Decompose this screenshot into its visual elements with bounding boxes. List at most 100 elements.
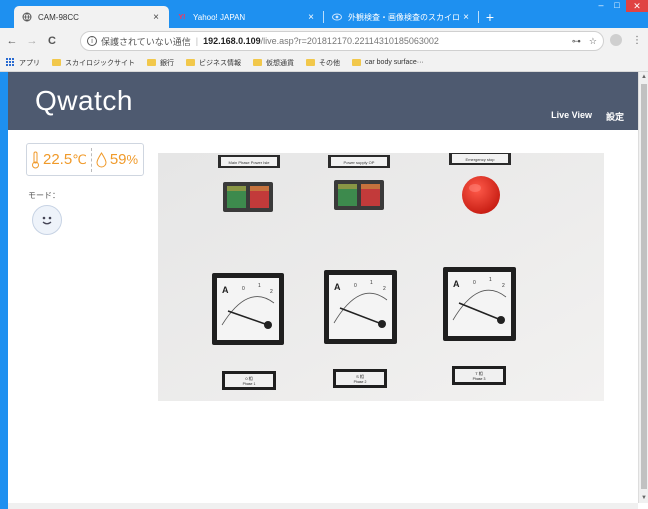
- url-host: 192.168.0.109: [203, 36, 261, 46]
- sensor-card: 22.5 ℃ 59%: [26, 143, 144, 176]
- maximize-button[interactable]: □: [610, 0, 624, 10]
- close-icon[interactable]: ×: [461, 12, 471, 23]
- svg-text:1: 1: [258, 283, 261, 289]
- bookmark-label: その他: [319, 59, 340, 67]
- ammeter: A 0 1 2: [443, 267, 516, 341]
- indicator-lamps: [334, 180, 384, 210]
- back-button[interactable]: ←: [4, 33, 20, 49]
- svg-text:2: 2: [270, 289, 273, 295]
- bookmark-other[interactable]: その他: [306, 58, 340, 68]
- water-drop-icon: [96, 151, 107, 167]
- humidity-value: 59: [109, 151, 127, 168]
- site-icon: [332, 12, 342, 22]
- globe-icon: [22, 12, 32, 22]
- tab-title: CAM-98CC: [38, 12, 79, 22]
- menu-icon[interactable]: ⋮: [632, 35, 642, 46]
- address-bar[interactable]: i 保護されていない通信 | 192.168.0.109 /live.asp?r…: [80, 31, 604, 51]
- svg-text:Emergency stop: Emergency stop: [466, 157, 496, 162]
- svg-text:Main Phase Power Isle: Main Phase Power Isle: [229, 160, 271, 165]
- nav-settings[interactable]: 設定: [606, 110, 624, 123]
- svg-text:2: 2: [383, 286, 386, 292]
- yahoo-icon: Y!: [178, 13, 186, 21]
- tab-yahoo[interactable]: Y! Yahoo! JAPAN ×: [169, 6, 324, 28]
- key-icon[interactable]: ⊶: [572, 36, 581, 47]
- svg-text:Phase 3: Phase 3: [473, 377, 486, 381]
- bookmark-skylogic[interactable]: スカイロジックサイト: [52, 58, 135, 68]
- svg-text:A: A: [222, 285, 229, 295]
- panel-label-plate: Power supply OP: [328, 155, 390, 168]
- indicator-lamps: [223, 182, 273, 212]
- camera-live-view[interactable]: Main Phase Power Isle Power supply OP Em…: [158, 153, 604, 401]
- horizontal-scrollbar[interactable]: [8, 503, 638, 509]
- bookmark-crypto[interactable]: 仮想通貨: [253, 58, 294, 68]
- svg-text:Power supply OP: Power supply OP: [344, 160, 375, 165]
- humidity-unit: %: [126, 152, 139, 167]
- bookmarks-bar: アプリ スカイロジックサイト 銀行 ビジネス情報 仮想通貨 その他 car bo…: [0, 54, 648, 72]
- ammeter: A 0 1 2: [324, 270, 397, 344]
- apps-icon: [6, 58, 15, 67]
- folder-icon: [306, 59, 315, 66]
- security-status: 保護されていない通信: [101, 36, 191, 47]
- window-frame-left: [0, 72, 8, 509]
- browser-window: CAM-98CC × Y! Yahoo! JAPAN × 外観検査・画像検査のス…: [0, 0, 648, 509]
- folder-icon: [147, 59, 156, 66]
- svg-text:Phase 2: Phase 2: [354, 380, 367, 384]
- svg-text:2: 2: [502, 283, 505, 289]
- svg-text:T 相: T 相: [475, 370, 482, 376]
- svg-text:0: 0: [242, 286, 245, 292]
- close-icon[interactable]: ×: [306, 12, 316, 23]
- bookmark-label: アプリ: [19, 59, 40, 67]
- svg-text:0 相: 0 相: [245, 375, 252, 381]
- app-header: Qwatch Live View 設定: [8, 72, 638, 130]
- profile-icon[interactable]: [610, 34, 622, 46]
- bookmark-label: スカイロジックサイト: [65, 59, 135, 67]
- panel-label-plate: Main Phase Power Isle: [218, 155, 280, 168]
- mode-label: モード：: [28, 191, 60, 200]
- mode-smiley-icon[interactable]: [32, 205, 62, 235]
- svg-text:A: A: [453, 279, 460, 289]
- new-tab-button[interactable]: +: [481, 6, 499, 28]
- window-close-button[interactable]: ✕: [626, 0, 648, 12]
- page-content: Qwatch Live View 設定 22.5 ℃ 59% モード： Main…: [8, 72, 638, 503]
- tab-title: 外観検査・画像検査のスカイロジック: [348, 12, 461, 22]
- vertical-scrollbar[interactable]: ▲ ▼: [638, 72, 648, 503]
- minimize-button[interactable]: –: [594, 0, 608, 10]
- ammeter: A 0 1 2: [212, 273, 284, 345]
- bookmark-apps[interactable]: アプリ: [6, 58, 40, 68]
- scroll-up-arrow-icon[interactable]: ▲: [639, 72, 648, 82]
- svg-text:0: 0: [473, 280, 476, 286]
- bookmark-car-body[interactable]: car body surface···: [352, 59, 424, 66]
- svg-text:Phase 1: Phase 1: [243, 382, 256, 386]
- scroll-down-arrow-icon[interactable]: ▼: [639, 493, 648, 503]
- reload-button[interactable]: C: [44, 33, 60, 49]
- info-icon[interactable]: i: [87, 36, 97, 46]
- star-icon[interactable]: ☆: [589, 36, 597, 47]
- forward-button[interactable]: →: [24, 33, 40, 49]
- bookmark-business[interactable]: ビジネス情報: [186, 58, 241, 68]
- tab-cam[interactable]: CAM-98CC ×: [14, 6, 169, 28]
- url-separator: |: [195, 36, 199, 46]
- tab-skylogic[interactable]: 外観検査・画像検査のスカイロジック ×: [324, 6, 479, 28]
- close-icon[interactable]: ×: [151, 12, 161, 23]
- folder-icon: [352, 59, 361, 66]
- humidity-reading: 59%: [96, 151, 138, 168]
- brand-logo: Qwatch: [35, 85, 133, 116]
- svg-text:A: A: [334, 282, 341, 292]
- phase-label-plate: T 相 Phase 3: [452, 366, 506, 385]
- svg-text:0: 0: [354, 283, 357, 289]
- browser-toolbar: ← → C i 保護されていない通信 | 192.168.0.109 /live…: [0, 28, 648, 54]
- main-nav: Live View 設定: [551, 110, 624, 123]
- panel-label-plate: Emergency stop: [449, 153, 511, 165]
- temperature-unit: ℃: [72, 151, 87, 167]
- bookmark-bank[interactable]: 銀行: [147, 58, 174, 68]
- bookmark-label: 銀行: [160, 59, 174, 67]
- bookmark-label: ビジネス情報: [199, 59, 241, 67]
- folder-icon: [186, 59, 195, 66]
- bookmark-label: 仮想通貨: [266, 59, 294, 67]
- temperature-reading: 22.5 ℃: [31, 151, 87, 169]
- phase-label-plate: S 相 Phase 2: [333, 369, 387, 388]
- scrollbar-thumb[interactable]: [641, 84, 647, 489]
- nav-live-view[interactable]: Live View: [551, 110, 592, 123]
- url-path: /live.asp?r=201812170.22114310185063002: [260, 36, 439, 46]
- temperature-value: 22.5: [43, 151, 73, 168]
